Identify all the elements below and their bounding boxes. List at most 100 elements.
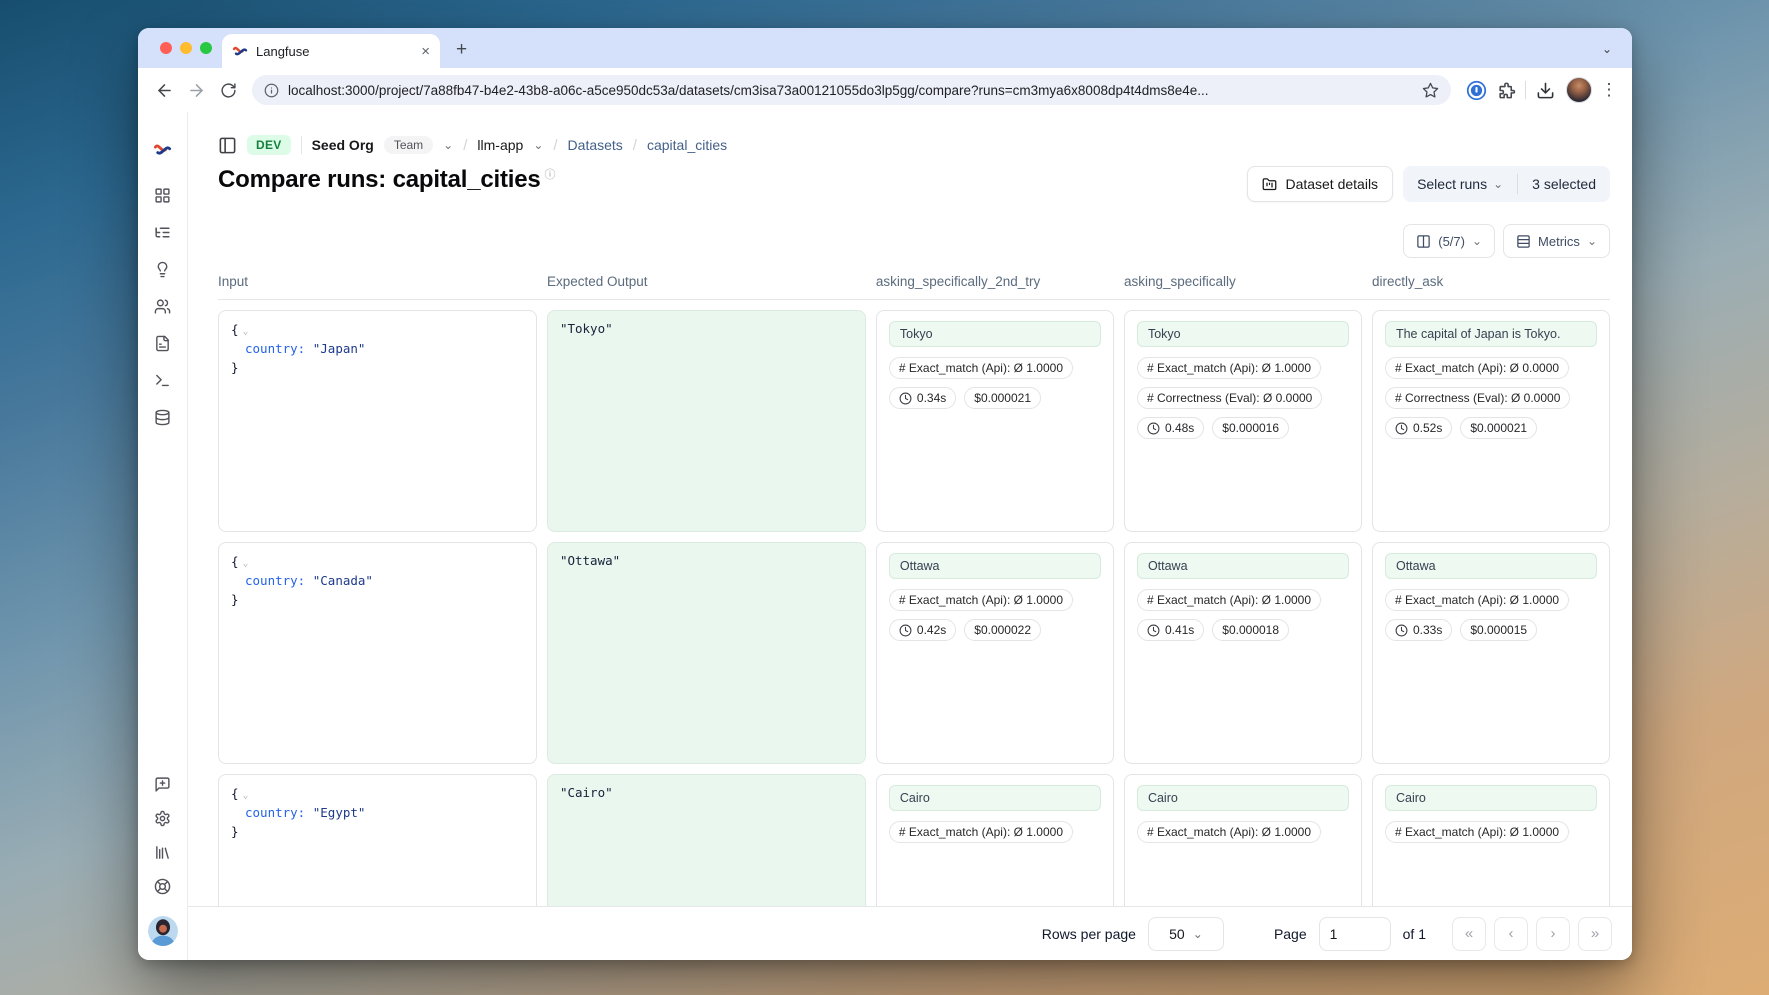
lightbulb-icon[interactable] [154,261,171,278]
dataset-details-button[interactable]: Dataset details [1247,166,1393,202]
breadcrumb-slash-icon: / [633,137,637,154]
latency-badge: 0.42s [889,619,956,641]
playground-terminal-icon[interactable] [154,372,171,389]
input-cell[interactable]: {⌄country: "Egypt"} [218,774,537,906]
datasets-database-icon[interactable] [154,409,171,426]
users-icon[interactable] [154,298,171,315]
project-chevron-down-icon[interactable]: ⌄ [533,138,543,152]
run-cell[interactable]: Ottawa# Exact_match (Api): Ø 1.00000.42s… [876,542,1114,764]
folder-kanban-icon [1262,177,1277,192]
new-tab-button[interactable]: + [456,39,467,61]
run-cell[interactable]: Cairo# Exact_match (Api): Ø 1.0000 [1372,774,1610,906]
cost-badge: $0.000022 [964,619,1041,641]
clock-icon [1147,422,1160,435]
tracing-tree-icon[interactable] [154,224,171,241]
langfuse-logo-icon[interactable] [153,140,172,159]
title-info-icon: ⓘ [545,169,556,181]
expected-output-cell[interactable]: "Tokyo" [547,310,866,532]
column-visibility-button[interactable]: (5/7) ⌄ [1403,224,1495,258]
last-page-button[interactable]: » [1578,917,1612,951]
bookmark-star-icon[interactable] [1422,82,1439,99]
page-number-input[interactable] [1319,917,1391,951]
feedback-message-icon[interactable] [154,776,171,793]
tab-close-icon[interactable]: × [421,44,430,59]
back-icon[interactable] [148,74,180,106]
first-page-button[interactable]: « [1452,917,1486,951]
input-json: {⌄country: "Egypt"} [231,785,524,841]
expected-output-cell[interactable]: "Ottawa" [547,542,866,764]
run-output: Cairo [1385,785,1597,811]
browser-tab[interactable]: Langfuse × [222,34,440,68]
breadcrumb-divider [301,136,302,154]
org-chevron-down-icon[interactable]: ⌄ [443,138,453,152]
column-header: Expected Output [547,274,866,289]
run-cell[interactable]: Cairo# Exact_match (Api): Ø 1.0000 [876,774,1114,906]
settings-gear-icon[interactable] [154,810,171,827]
run-cell[interactable]: Cairo# Exact_match (Api): Ø 1.0000 [1124,774,1362,906]
input-cell[interactable]: {⌄country: "Canada"} [218,542,537,764]
forward-icon[interactable] [180,74,212,106]
clock-icon [1395,422,1408,435]
breadcrumb-slash-icon: / [553,137,557,154]
run-cell[interactable]: Tokyo# Exact_match (Api): Ø 1.0000# Corr… [1124,310,1362,532]
run-output: Ottawa [1137,553,1349,579]
rows-per-page-select[interactable]: 50 ⌄ [1148,917,1224,951]
run-output: The capital of Japan is Tokyo. [1385,321,1597,347]
input-cell[interactable]: {⌄country: "Japan"} [218,310,537,532]
run-output: Tokyo [1137,321,1349,347]
dashboard-grid-icon[interactable] [154,187,171,204]
metrics-button[interactable]: Metrics ⌄ [1503,224,1610,258]
score-badge: # Exact_match (Api): Ø 1.0000 [889,357,1073,379]
rows-per-page-chevron-icon: ⌄ [1193,927,1203,941]
onepassword-extension-icon[interactable] [1461,75,1491,105]
user-avatar[interactable] [148,916,178,946]
score-badge: # Exact_match (Api): Ø 1.0000 [1385,589,1569,611]
previous-page-button[interactable]: ‹ [1494,917,1528,951]
run-cell[interactable]: Ottawa# Exact_match (Api): Ø 1.00000.33s… [1372,542,1610,764]
breadcrumb-dataset-link[interactable]: capital_cities [647,137,727,153]
sidebar-toggle-icon[interactable] [218,136,237,155]
expected-output-cell[interactable]: "Cairo" [547,774,866,906]
toolbar-divider [1525,81,1526,99]
site-info-icon[interactable] [264,83,279,98]
column-header: asking_specifically [1124,274,1362,289]
column-header: Input [218,274,537,289]
column-header: directly_ask [1372,274,1610,289]
clock-icon [1147,624,1160,637]
breadcrumb-project[interactable]: llm-app [477,137,523,153]
browser-menu-icon[interactable]: ⋮ [1598,80,1620,100]
tab-search-button[interactable]: ⌄ [1596,38,1618,60]
support-lifebuoy-icon[interactable] [154,878,171,895]
next-page-button[interactable]: › [1536,917,1570,951]
close-window-button[interactable] [160,42,172,54]
page-label: Page [1274,926,1307,942]
library-icon[interactable] [154,844,171,861]
select-runs-chevron-icon: ⌄ [1493,177,1503,191]
breadcrumb-datasets-link[interactable]: Datasets [568,137,623,153]
download-icon[interactable] [1530,75,1560,105]
zoom-window-button[interactable] [200,42,212,54]
prompts-file-icon[interactable] [154,335,171,352]
select-runs-button[interactable]: Select runs ⌄ [1403,176,1517,192]
table-body: {⌄country: "Japan"}"Tokyo"Tokyo# Exact_m… [218,300,1610,906]
minimize-window-button[interactable] [180,42,192,54]
run-cell[interactable]: Tokyo# Exact_match (Api): Ø 1.00000.34s$… [876,310,1114,532]
address-bar[interactable]: localhost:3000/project/7a88fb47-b4e2-43b… [252,75,1451,105]
table-row: {⌄country: "Japan"}"Tokyo"Tokyo# Exact_m… [218,310,1610,532]
browser-tab-strip: Langfuse × + ⌄ [138,28,1632,68]
rows-per-page-label: Rows per page [1042,926,1136,942]
reload-icon[interactable] [212,74,244,106]
url-text[interactable]: localhost:3000/project/7a88fb47-b4e2-43b… [288,83,1413,98]
input-json: {⌄country: "Canada"} [231,553,524,609]
score-badge: # Exact_match (Api): Ø 1.0000 [889,589,1073,611]
table-row: {⌄country: "Canada"} "Ottawa" Ottawa # Exac… [218,542,1610,764]
score-badge: # Exact_match (Api): Ø 1.0000 [1137,589,1321,611]
breadcrumb-org[interactable]: Seed Org [312,137,374,153]
latency-badge: 0.33s [1385,619,1452,641]
run-cell[interactable]: The capital of Japan is Tokyo.# Exact_ma… [1372,310,1610,532]
browser-profile-avatar[interactable] [1566,77,1592,103]
extensions-puzzle-icon[interactable] [1491,75,1521,105]
run-cell[interactable]: Ottawa# Exact_match (Api): Ø 1.00000.41s… [1124,542,1362,764]
table-header: InputExpected Outputasking_specifically_… [218,274,1610,300]
cost-badge: $0.000018 [1212,619,1289,641]
